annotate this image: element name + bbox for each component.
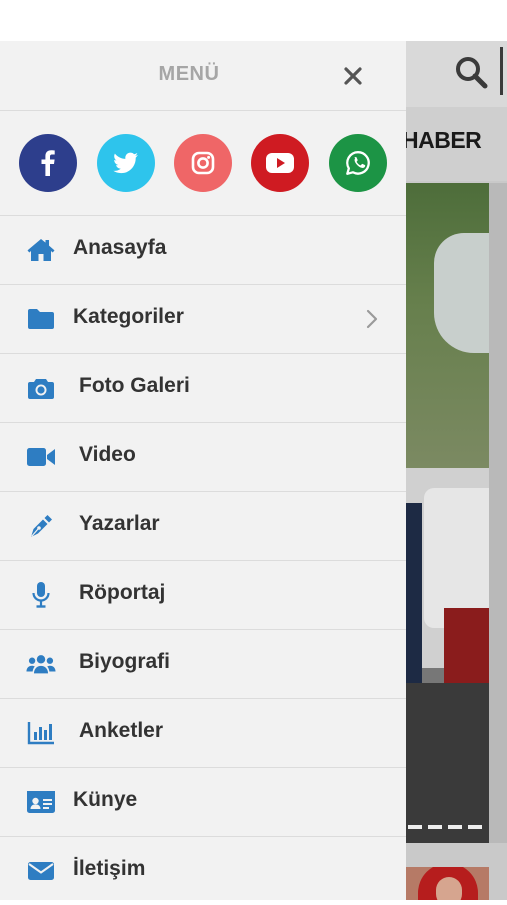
bar-chart-icon [26, 719, 56, 747]
id-card-icon [26, 788, 56, 816]
menu-item-label: Anasayfa [73, 236, 167, 259]
menu-item-kunye[interactable]: Künye [0, 768, 406, 837]
menu-item-anketler[interactable]: Anketler [0, 699, 406, 768]
pen-icon [26, 512, 56, 540]
background-news-photo[interactable] [406, 183, 489, 843]
menu-item-video[interactable]: Video [0, 423, 406, 492]
menu-item-biyografi[interactable]: Biyografi [0, 630, 406, 699]
drawer-header: MENÜ [0, 41, 406, 111]
home-icon [26, 236, 56, 264]
background-page: HABER [406, 41, 507, 900]
menu-item-label: İletişim [73, 857, 146, 880]
chevron-right-icon[interactable] [360, 307, 384, 331]
youtube-icon[interactable] [251, 134, 309, 192]
camera-icon [26, 374, 56, 402]
menu-item-label: Video [79, 443, 136, 466]
menu-item-anasayfa[interactable]: Anasayfa [0, 216, 406, 285]
top-blank-bar [0, 0, 507, 41]
social-links-row [0, 111, 406, 216]
menu-item-foto-galeri[interactable]: Foto Galeri [0, 354, 406, 423]
menu-title: MENÜ [158, 63, 220, 85]
whatsapp-icon[interactable] [329, 134, 387, 192]
menu-item-label: Kategoriler [73, 305, 184, 328]
video-camera-icon [26, 443, 56, 471]
slider-dots [408, 825, 486, 829]
background-haber-label[interactable]: HABER [406, 127, 482, 154]
header-divider [500, 47, 503, 95]
facebook-icon[interactable] [19, 134, 77, 192]
menu-item-iletisim[interactable]: İletişim [0, 837, 406, 905]
menu-item-yazarlar[interactable]: Yazarlar [0, 492, 406, 561]
background-side-column [489, 183, 507, 843]
search-icon[interactable] [454, 55, 488, 89]
menu-item-kategoriler[interactable]: Kategoriler [0, 285, 406, 354]
close-icon[interactable] [338, 61, 368, 91]
menu-item-label: Künye [73, 788, 138, 811]
side-drawer-menu: MENÜ Anasayfa Kategoriler Foto Galeri Vi… [0, 41, 406, 900]
menu-item-label: Foto Galeri [79, 374, 190, 397]
twitter-icon[interactable] [97, 134, 155, 192]
menu-item-label: Röportaj [79, 581, 166, 604]
menu-item-label: Biyografi [79, 650, 171, 673]
menu-item-label: Yazarlar [79, 512, 160, 535]
background-thumbnail[interactable] [406, 867, 489, 900]
envelope-icon [26, 857, 56, 885]
instagram-icon[interactable] [174, 134, 232, 192]
microphone-icon [26, 581, 56, 609]
menu-list: Anasayfa Kategoriler Foto Galeri Video Y… [0, 216, 406, 905]
users-icon [26, 650, 56, 678]
folder-icon [26, 305, 56, 333]
menu-item-label: Anketler [79, 719, 164, 742]
menu-item-roportaj[interactable]: Röportaj [0, 561, 406, 630]
